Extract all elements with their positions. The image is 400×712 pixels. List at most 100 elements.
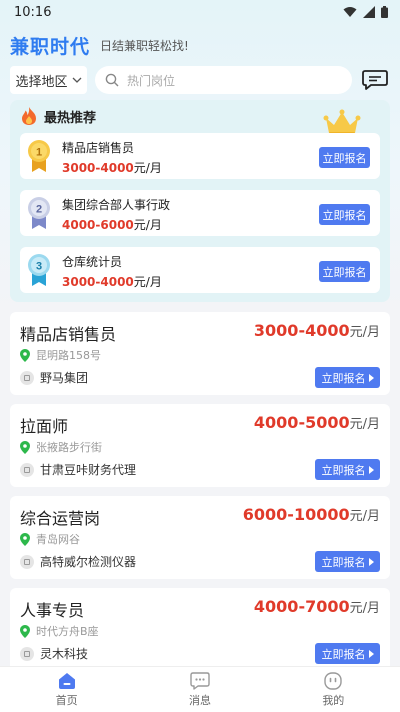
job-company-name: 灵木科技 [40, 647, 89, 661]
wifi-icon [343, 7, 357, 17]
job-company-name: 高特威尔检测仪器 [40, 555, 137, 569]
tab-profile-label: 我的 [322, 693, 345, 707]
profile-icon [324, 671, 343, 690]
building-icon [20, 646, 34, 661]
bottom-tab-bar: 首页 消息 我的 [0, 666, 400, 712]
hot-recommend-panel: 最热推荐 1 精品店销售员 3000-4000元/月 立即报名 2 集团综合部人… [10, 100, 390, 302]
search-placeholder: 热门岗位 [127, 73, 176, 88]
apply-button-label: 立即报名 [321, 463, 366, 477]
hot-job-salary: 4000-6000元/月 [62, 216, 162, 233]
salary-unit: 元/月 [349, 325, 380, 340]
job-company: 高特威尔检测仪器 [20, 553, 136, 570]
job-card[interactable]: 综合运营岗 6000-10000元/月 青岛网谷 高特威尔检测仪器 立即报名 [10, 496, 390, 579]
tab-profile[interactable]: 我的 [267, 667, 400, 712]
job-location-text: 张掖路步行街 [36, 441, 102, 454]
job-company-name: 甘肃豆咔财务代理 [40, 463, 137, 477]
battery-icon [381, 6, 388, 18]
hot-job-title: 精品店销售员 [62, 141, 135, 155]
job-card[interactable]: 人事专员 4000-7000元/月 时代方舟B座 灵木科技 立即报名 [10, 588, 390, 671]
hot-job-salary: 3000-4000元/月 [62, 273, 162, 290]
job-location: 时代方舟B座 [20, 623, 99, 639]
job-company-name: 野马集团 [40, 371, 89, 385]
status-bar: 10:16 [0, 0, 400, 24]
job-company: 灵木科技 [20, 645, 88, 662]
building-icon [20, 462, 34, 477]
salary-unit: 元/月 [133, 161, 162, 175]
app-header: 兼职时代 日结兼职轻松找! [0, 30, 400, 60]
chevron-down-icon [72, 77, 81, 83]
salary-range: 3000-4000 [253, 321, 350, 340]
gold-medal-icon: 1 [28, 140, 50, 172]
job-location: 青岛网谷 [20, 531, 80, 547]
salary-range: 3000-4000 [62, 161, 134, 175]
tab-messages[interactable]: 消息 [133, 667, 266, 712]
search-input[interactable]: 热门岗位 [95, 66, 352, 94]
job-title: 综合运营岗 [20, 509, 101, 528]
apply-button[interactable]: 立即报名 [315, 367, 380, 388]
tab-messages-label: 消息 [188, 693, 211, 707]
apply-button-label: 立即报名 [321, 371, 366, 385]
job-location-text: 时代方舟B座 [36, 625, 99, 638]
job-card[interactable]: 精品店销售员 3000-4000元/月 昆明路158号 野马集团 立即报名 [10, 312, 390, 395]
apply-button[interactable]: 立即报名 [319, 261, 370, 282]
status-time: 10:16 [14, 4, 52, 20]
salary-range: 6000-10000 [242, 505, 350, 524]
job-card[interactable]: 拉面师 4000-5000元/月 张掖路步行街 甘肃豆咔财务代理 立即报名 [10, 404, 390, 487]
salary-unit: 元/月 [349, 417, 380, 432]
apply-button[interactable]: 立即报名 [319, 204, 370, 225]
job-location: 昆明路158号 [20, 347, 101, 363]
apply-button[interactable]: 立即报名 [315, 551, 380, 572]
medal-rank: 1 [36, 147, 42, 159]
hot-job-salary: 3000-4000元/月 [62, 159, 162, 176]
message-icon [190, 671, 210, 690]
message-button[interactable] [362, 67, 388, 93]
status-icons [343, 6, 388, 18]
search-row: 选择地区 热门岗位 [10, 66, 390, 94]
job-location-text: 昆明路158号 [36, 349, 101, 362]
apply-button[interactable]: 立即报名 [319, 147, 370, 168]
app-slogan: 日结兼职轻松找! [100, 38, 189, 53]
medal-rank: 2 [36, 204, 42, 216]
building-icon [20, 370, 34, 385]
salary-range: 3000-4000 [62, 275, 134, 289]
location-pin-icon [20, 624, 30, 638]
salary-unit: 元/月 [349, 601, 380, 616]
hot-recommend-header: 最热推荐 [20, 106, 96, 126]
medal-rank: 3 [36, 261, 42, 273]
job-location-text: 青岛网谷 [36, 533, 80, 546]
apply-button[interactable]: 立即报名 [315, 459, 380, 480]
app-title: 兼职时代 [10, 35, 91, 58]
play-arrow-icon [368, 465, 374, 474]
job-location: 张掖路步行街 [20, 439, 102, 455]
search-icon [105, 73, 119, 87]
job-company: 甘肃豆咔财务代理 [20, 461, 136, 478]
region-select[interactable]: 选择地区 [10, 66, 87, 94]
hot-recommend-title: 最热推荐 [44, 110, 97, 126]
bronze-medal-icon: 3 [28, 254, 50, 286]
tab-home-label: 首页 [55, 693, 78, 707]
salary-range: 4000-6000 [62, 218, 134, 232]
hot-job-card[interactable]: 3 仓库统计员 3000-4000元/月 立即报名 [20, 247, 380, 293]
job-company: 野马集团 [20, 369, 88, 386]
job-salary: 4000-7000元/月 [254, 597, 380, 616]
region-select-label: 选择地区 [15, 74, 68, 90]
job-salary: 4000-5000元/月 [254, 413, 380, 432]
salary-unit: 元/月 [349, 509, 380, 524]
tab-home[interactable]: 首页 [0, 667, 133, 712]
salary-unit: 元/月 [133, 218, 162, 232]
location-pin-icon [20, 440, 30, 454]
hot-job-title: 集团综合部人事行政 [62, 198, 171, 212]
building-icon [20, 554, 34, 569]
hot-job-card[interactable]: 1 精品店销售员 3000-4000元/月 立即报名 [20, 133, 380, 179]
apply-button-label: 立即报名 [321, 555, 366, 569]
apply-button-label: 立即报名 [321, 647, 366, 661]
apply-button[interactable]: 立即报名 [315, 643, 380, 664]
salary-range: 4000-5000 [253, 413, 350, 432]
play-arrow-icon [368, 649, 374, 658]
salary-range: 4000-7000 [253, 597, 350, 616]
signal-icon [363, 6, 375, 18]
job-title: 精品店销售员 [20, 325, 117, 344]
salary-unit: 元/月 [133, 275, 162, 289]
silver-medal-icon: 2 [28, 197, 50, 229]
hot-job-card[interactable]: 2 集团综合部人事行政 4000-6000元/月 立即报名 [20, 190, 380, 236]
